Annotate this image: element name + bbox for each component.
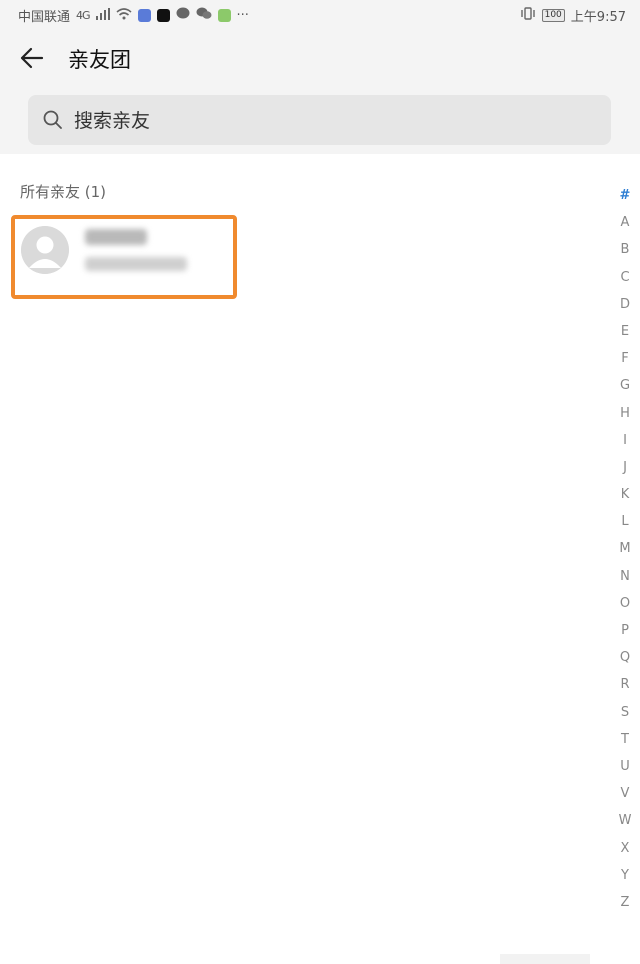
clock: 上午9:57 — [570, 10, 626, 25]
more-notifications: ··· — [236, 8, 249, 23]
page-title: 亲友团 — [68, 48, 131, 72]
network-type: 4G — [76, 9, 90, 22]
index-letter-i[interactable]: I — [610, 427, 640, 454]
contact-list-item[interactable] — [11, 215, 237, 299]
contact-subtitle-blurred — [85, 257, 187, 271]
contact-name-blurred — [85, 229, 147, 245]
status-bar: 中国联通 4G ··· 100 上午9:57 — [0, 0, 640, 30]
index-letter-m[interactable]: M — [610, 535, 640, 562]
search-box[interactable] — [28, 95, 611, 147]
index-letter-s[interactable]: S — [610, 699, 640, 726]
status-right: 100 上午9:57 — [520, 6, 626, 25]
index-letter-l[interactable]: L — [610, 508, 640, 535]
index-letter-q[interactable]: Q — [610, 644, 640, 671]
tiktok-icon — [156, 9, 170, 22]
avatar — [21, 226, 69, 274]
index-letter-v[interactable]: V — [610, 780, 640, 807]
index-letter-k[interactable]: K — [610, 481, 640, 508]
section-header-all-friends: 所有亲友 (1) — [20, 183, 107, 201]
index-letter-x[interactable]: X — [610, 835, 640, 862]
app-bar: 亲友团 — [0, 30, 640, 86]
index-letter-r[interactable]: R — [610, 671, 640, 698]
index-letter-e[interactable]: E — [610, 318, 640, 345]
wifi-icon — [116, 7, 132, 24]
carrier-name: 中国联通 — [18, 10, 71, 25]
signal-icon — [95, 7, 110, 24]
bottom-hint — [500, 954, 590, 964]
index-letter-t[interactable]: T — [610, 726, 640, 753]
index-letter-b[interactable]: B — [610, 236, 640, 263]
index-letter-g[interactable]: G — [610, 372, 640, 399]
index-letter-c[interactable]: C — [610, 264, 640, 291]
back-button[interactable] — [14, 42, 50, 74]
vibrate-icon — [520, 7, 536, 24]
index-letter-o[interactable]: O — [610, 590, 640, 617]
index-letter-n[interactable]: N — [610, 563, 640, 590]
message-icon — [176, 7, 190, 24]
app-icon — [217, 9, 231, 22]
index-letter-u[interactable]: U — [610, 753, 640, 780]
alphabet-index[interactable]: # A B C D E F G H I J K L M N O P Q R S T U V W X Y Z — [610, 182, 640, 916]
status-left: 中国联通 4G ··· — [18, 6, 249, 25]
index-letter-y[interactable]: Y — [610, 862, 640, 889]
search-input[interactable] — [72, 95, 596, 147]
index-letter-f[interactable]: F — [610, 345, 640, 372]
index-letter-h[interactable]: H — [610, 400, 640, 427]
index-letter-hash[interactable]: # — [610, 182, 640, 209]
arrow-left-icon — [20, 47, 44, 69]
battery-indicator: 100 — [541, 9, 565, 22]
index-letter-d[interactable]: D — [610, 291, 640, 318]
index-letter-a[interactable]: A — [610, 209, 640, 236]
default-avatar-icon — [21, 226, 69, 274]
index-letter-w[interactable]: W — [610, 807, 640, 834]
index-letter-z[interactable]: Z — [610, 889, 640, 916]
index-letter-j[interactable]: J — [610, 454, 640, 481]
index-letter-p[interactable]: P — [610, 617, 640, 644]
search-icon — [43, 110, 62, 129]
search-area — [0, 86, 640, 154]
app-notification-icon — [137, 9, 151, 22]
wechat-icon — [196, 7, 212, 24]
